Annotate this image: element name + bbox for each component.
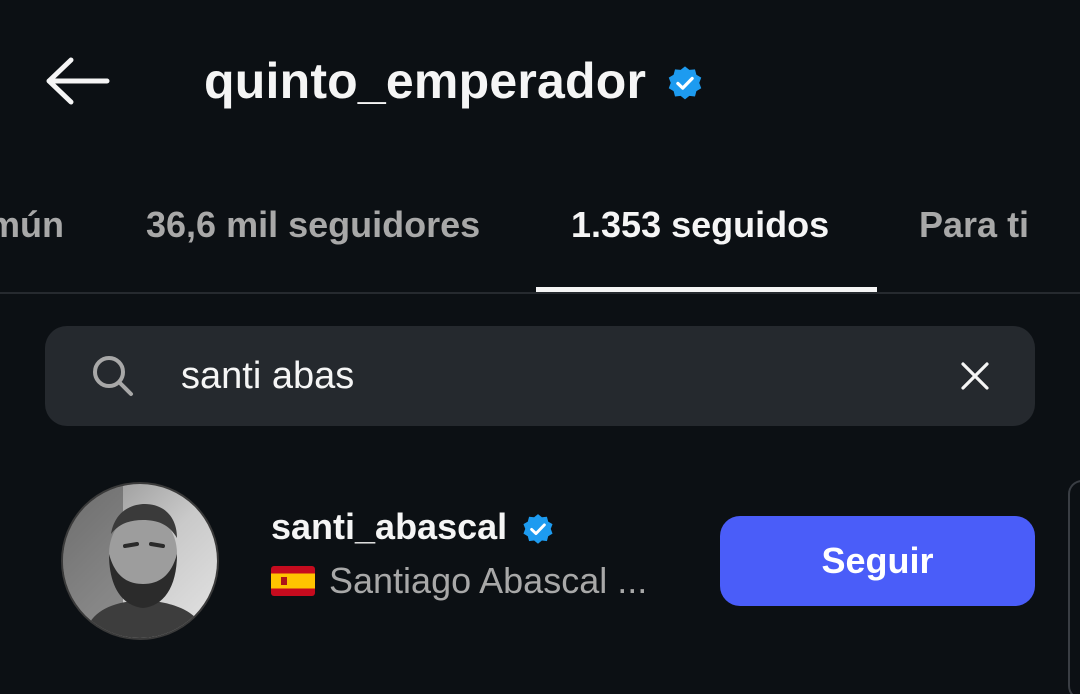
tab-followers-label: 36,6 mil seguidores — [146, 204, 481, 245]
tab-bar: mún 36,6 mil seguidores 1.353 seguidos P… — [0, 185, 1080, 293]
scrollbar[interactable] — [1068, 480, 1080, 694]
verified-badge-icon — [668, 66, 702, 100]
tab-following-label: 1.353 seguidos — [571, 204, 830, 245]
search-bar — [45, 326, 1035, 426]
profile-title: quinto_emperador — [204, 46, 704, 116]
result-full-name: Santiago Abascal ... — [271, 560, 691, 602]
avatar[interactable] — [61, 482, 219, 640]
tab-for-you-label: Para ti — [919, 204, 1030, 245]
result-username[interactable]: santi_abascal — [271, 506, 555, 548]
list-item[interactable]: santi_abascal Santiago Abascal ... Segui… — [0, 470, 1080, 660]
verified-badge-icon — [523, 514, 553, 544]
following-screen: quinto_emperador mún 36,6 mil seguidores… — [0, 0, 1080, 694]
avatar-image — [63, 484, 217, 638]
tab-mutual-label: mún — [0, 204, 64, 245]
page-title: quinto_emperador — [204, 53, 647, 109]
tab-for-you[interactable]: Para ti — [919, 185, 1029, 293]
clear-search-button[interactable] — [947, 348, 1003, 404]
close-icon — [961, 362, 989, 390]
username[interactable]: santi_abascal — [271, 506, 507, 548]
search-input[interactable] — [181, 350, 941, 402]
arrow-left-icon — [46, 57, 110, 105]
search-icon — [93, 356, 133, 396]
back-button[interactable] — [40, 50, 116, 112]
tab-mutual[interactable]: mún — [0, 185, 88, 293]
tab-followers[interactable]: 36,6 mil seguidores — [146, 185, 480, 293]
follow-button[interactable]: Seguir — [720, 516, 1035, 606]
tabs-divider — [0, 292, 1080, 294]
header: quinto_emperador — [0, 0, 1080, 165]
spain-flag-icon — [271, 566, 315, 596]
tab-following[interactable]: 1.353 seguidos — [571, 185, 829, 293]
full-name: Santiago Abascal ... — [329, 560, 648, 601]
